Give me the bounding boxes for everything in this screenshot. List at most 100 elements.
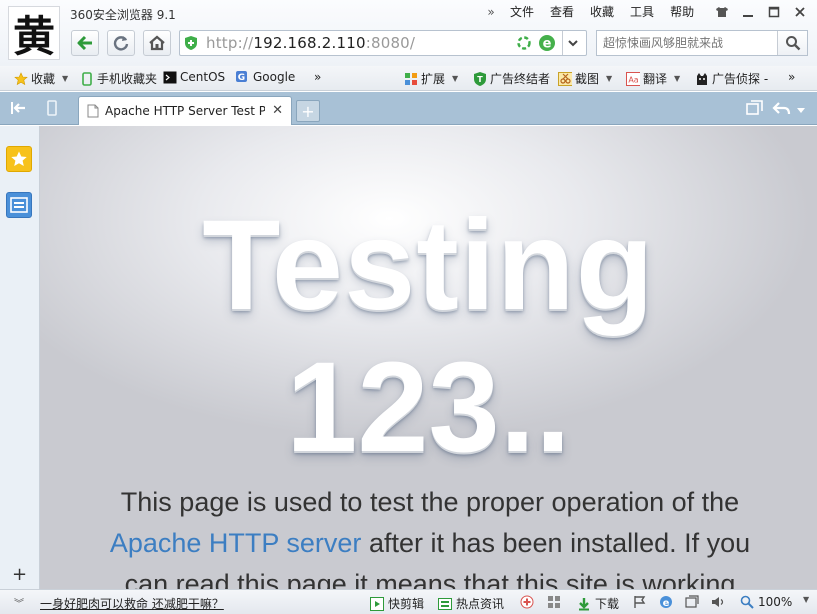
bookmark-mobile-favorites[interactable]: 手机收藏夹 bbox=[80, 70, 157, 87]
svg-text:e: e bbox=[543, 37, 552, 52]
page-headline-123: 123.. bbox=[286, 336, 571, 479]
bookmarks-bar: 收藏 ▼ 手机收藏夹 CentOS G Google » 扩展 ▼ T 广告终结… bbox=[0, 66, 817, 91]
download-arrow-icon bbox=[577, 597, 591, 611]
mobile-view-button[interactable] bbox=[46, 100, 58, 119]
browser-logo[interactable]: 黄 bbox=[8, 6, 60, 61]
sidebar-reader-button[interactable] bbox=[6, 192, 32, 218]
security-shield-icon[interactable] bbox=[180, 35, 202, 51]
status-ie-button[interactable]: e bbox=[659, 595, 673, 609]
toolbar-overflow[interactable]: » bbox=[788, 70, 795, 84]
adblock-button[interactable]: T 广告终结者 bbox=[473, 70, 550, 87]
double-chevron-icon: » bbox=[788, 70, 796, 84]
title-bar: 黄 360安全浏览器 9.1 » 文件 查看 收藏 工具 帮助 http://1… bbox=[0, 0, 817, 66]
status-zoom[interactable]: 100% bbox=[740, 595, 792, 609]
sidebar-toggle-button[interactable] bbox=[10, 100, 28, 119]
flag-icon bbox=[633, 595, 647, 609]
bookmark-favorites[interactable]: 收藏 ▼ bbox=[14, 70, 68, 87]
search-button[interactable] bbox=[777, 31, 807, 55]
collapse-left-icon bbox=[11, 102, 25, 114]
search-box bbox=[596, 30, 808, 56]
red-cross-icon bbox=[520, 595, 534, 609]
screenshot-button[interactable]: 截图 ▼ bbox=[558, 70, 612, 87]
translate-button[interactable]: Aa 翻译 ▼ bbox=[626, 70, 680, 87]
news-icon bbox=[438, 597, 452, 611]
caret-down-icon: ▼ bbox=[803, 595, 810, 604]
star-icon bbox=[14, 71, 28, 86]
plus-icon: + bbox=[301, 101, 315, 121]
double-chevron-icon[interactable]: » bbox=[480, 5, 502, 19]
menu-bar: » 文件 查看 收藏 工具 帮助 bbox=[480, 4, 702, 20]
address-bar[interactable]: http://192.168.2.110:8080/ e bbox=[179, 30, 587, 56]
bookmark-centos[interactable]: CentOS bbox=[163, 70, 225, 84]
status-extension-button[interactable] bbox=[547, 595, 561, 609]
ie-compat-mode-icon[interactable]: e bbox=[538, 34, 556, 52]
zoom-dropdown[interactable]: ▼ bbox=[803, 595, 809, 604]
page-icon bbox=[87, 104, 99, 118]
svg-text:e: e bbox=[663, 598, 670, 609]
home-icon bbox=[149, 35, 165, 51]
restore-tabs-button[interactable] bbox=[746, 100, 764, 119]
translate-icon: Aa bbox=[626, 71, 640, 86]
status-window-button[interactable] bbox=[685, 595, 699, 609]
apache-server-link[interactable]: Apache HTTP server bbox=[110, 528, 362, 558]
shield-icon: T bbox=[473, 72, 487, 86]
skin-shirt-icon[interactable] bbox=[709, 2, 735, 22]
sidebar-favorites-button[interactable] bbox=[6, 146, 32, 172]
tab-apache-test[interactable]: Apache HTTP Server Test P ✕ bbox=[78, 96, 292, 125]
status-collapse-button[interactable]: ︾ bbox=[14, 595, 24, 610]
svg-text:G: G bbox=[238, 73, 245, 83]
new-tab-button[interactable]: + bbox=[296, 100, 320, 122]
status-news-link[interactable]: 一身好肥肉可以救命 还减肥干嘛？ bbox=[40, 595, 224, 612]
loading-spinner-icon[interactable] bbox=[516, 35, 532, 51]
list-panel-icon bbox=[10, 197, 28, 213]
menu-tools[interactable]: 工具 bbox=[622, 4, 662, 20]
video-edit-icon bbox=[370, 596, 384, 611]
zoom-magnifier-icon bbox=[740, 595, 754, 609]
svg-text:Aa: Aa bbox=[628, 75, 638, 84]
puzzle-icon bbox=[547, 595, 561, 609]
extension-button[interactable]: 扩展 ▼ bbox=[404, 70, 458, 87]
tab-menu-dropdown[interactable] bbox=[797, 103, 805, 117]
phone-icon bbox=[80, 71, 94, 86]
web-page-content: Testing 123.. This page is used to test … bbox=[40, 126, 817, 589]
menu-view[interactable]: 查看 bbox=[542, 4, 582, 20]
status-quick-edit[interactable]: 快剪辑 bbox=[370, 595, 424, 612]
menu-favorites[interactable]: 收藏 bbox=[582, 4, 622, 20]
search-input[interactable] bbox=[597, 32, 777, 54]
status-download[interactable]: 下载 bbox=[577, 595, 619, 612]
status-flag-button[interactable] bbox=[633, 595, 647, 609]
tab-close-icon[interactable]: ✕ bbox=[272, 103, 283, 118]
puzzle-icon bbox=[404, 72, 418, 86]
svg-text:T: T bbox=[477, 75, 483, 84]
window-icon bbox=[685, 595, 699, 609]
home-button[interactable] bbox=[143, 30, 171, 56]
url-text[interactable]: http://192.168.2.110:8080/ bbox=[202, 34, 415, 52]
caret-down-icon: ▼ bbox=[674, 74, 681, 83]
refresh-icon bbox=[113, 36, 129, 51]
menu-help[interactable]: 帮助 bbox=[662, 4, 702, 20]
status-hot-news[interactable]: 热点资讯 bbox=[438, 595, 504, 612]
app-title: 360安全浏览器 9.1 bbox=[70, 8, 176, 22]
refresh-button[interactable] bbox=[107, 30, 135, 56]
sidebar-add-button[interactable]: + bbox=[12, 564, 27, 585]
status-doctor-button[interactable] bbox=[520, 595, 534, 609]
bookmarks-overflow[interactable]: » bbox=[314, 70, 321, 84]
bookmark-google[interactable]: G Google bbox=[236, 70, 295, 84]
close-button[interactable] bbox=[787, 2, 813, 22]
maximize-button[interactable] bbox=[761, 2, 787, 22]
undo-close-tab-button[interactable] bbox=[772, 100, 792, 119]
address-dropdown-button[interactable] bbox=[562, 31, 582, 55]
menu-file[interactable]: 文件 bbox=[502, 4, 542, 20]
ad-detective-button[interactable]: 广告侦探 - bbox=[695, 70, 768, 87]
window-controls bbox=[709, 2, 813, 22]
minimize-button[interactable] bbox=[735, 2, 761, 22]
plus-icon: + bbox=[12, 564, 28, 585]
terminal-icon bbox=[163, 70, 177, 84]
back-button[interactable] bbox=[71, 30, 99, 56]
google-icon: G bbox=[236, 70, 250, 84]
double-chevron-down-icon: ︾ bbox=[14, 599, 24, 610]
search-icon bbox=[785, 36, 800, 51]
status-volume-button[interactable] bbox=[711, 595, 725, 609]
caret-down-icon: ▼ bbox=[62, 74, 69, 83]
page-intro-paragraph: This page is used to test the proper ope… bbox=[109, 487, 751, 589]
